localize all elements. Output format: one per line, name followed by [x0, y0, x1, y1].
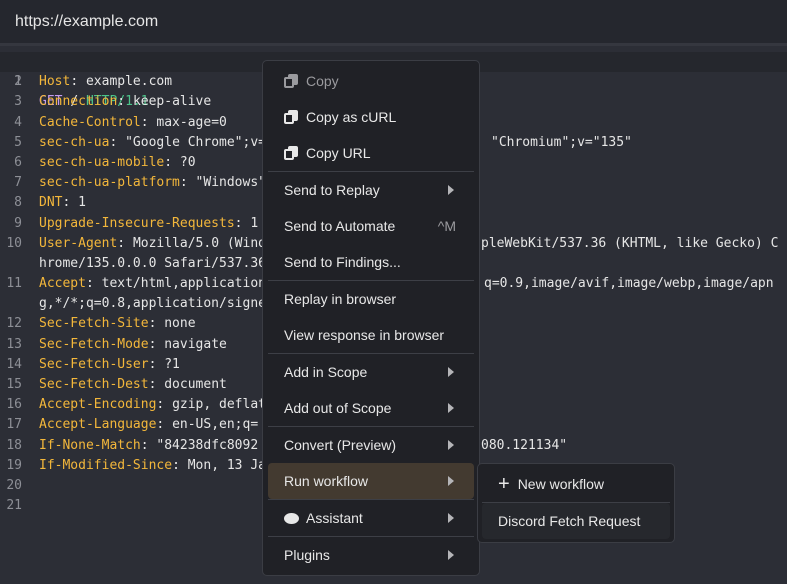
- header-value: document: [164, 377, 227, 392]
- submenu-new-workflow[interactable]: + New workflow: [482, 466, 670, 502]
- header-value: ?0: [179, 154, 196, 170]
- header-value: none: [164, 316, 196, 332]
- menu-view-response-in-browser[interactable]: View response in browser: [268, 317, 474, 353]
- header-name: Cache-Control: [39, 114, 141, 130]
- line-number: 13: [6, 336, 22, 352]
- header-value-continued: q=0.9,image/avif,image/webp,image/apn: [484, 276, 774, 292]
- workflow-submenu: + New workflow Discord Fetch Request: [477, 463, 675, 543]
- header-value-wrapped: g,*/*;q=0.8,application/signe: [39, 296, 266, 312]
- line-number: 21: [6, 498, 22, 514]
- menu-add-out-of-scope[interactable]: Add out of Scope: [268, 390, 474, 426]
- shortcut-label: ^M: [437, 218, 456, 234]
- header-value: "84238dfc8092: [156, 437, 259, 453]
- header-name: Accept: [39, 276, 86, 292]
- copy-icon: [284, 110, 298, 124]
- line-number: 15: [6, 377, 22, 392]
- header-value: max-age=0: [156, 114, 227, 130]
- header-name: Connection: [39, 94, 118, 110]
- menu-plugins[interactable]: Plugins: [268, 537, 474, 573]
- header-value: Mozilla/5.0 (Wind: [132, 235, 266, 251]
- menu-copy-as-curl[interactable]: Copy as cURL: [268, 99, 474, 135]
- chevron-right-icon: [448, 367, 454, 377]
- header-value: keep-alive: [132, 94, 212, 110]
- header-value: "Google Chrome";v=: [125, 134, 266, 150]
- line-number: 11: [6, 276, 22, 292]
- header-name: sec-ch-ua: [39, 134, 110, 150]
- menu-add-in-scope[interactable]: Add in Scope: [268, 354, 474, 390]
- line-number: 3: [14, 94, 22, 110]
- header-value: example.com: [85, 74, 173, 90]
- chevron-right-icon: [448, 403, 454, 413]
- line-number: 17: [6, 417, 22, 433]
- header-name: sec-ch-ua-mobile: [39, 154, 165, 170]
- line-number: 19: [6, 457, 22, 473]
- copy-icon: [284, 146, 298, 160]
- header-value: en-US,en;q=: [172, 417, 259, 433]
- menu-send-to-findings[interactable]: Send to Findings...: [268, 244, 474, 280]
- chevron-right-icon: [448, 513, 454, 523]
- header-name: Sec-Fetch-Mode: [39, 336, 149, 352]
- header-name: Accept-Encoding: [39, 397, 157, 413]
- menu-copy-url[interactable]: Copy URL: [268, 135, 474, 171]
- chat-bubble-icon: [284, 512, 299, 524]
- line-number: 8: [14, 195, 22, 211]
- header-name: sec-ch-ua-platform: [39, 175, 180, 191]
- menu-copy[interactable]: Copy: [268, 63, 474, 99]
- header-name: Sec-Fetch-Site: [39, 316, 149, 332]
- plus-icon: +: [498, 473, 510, 495]
- header-value: Mon, 13 Ja: [187, 457, 266, 473]
- line-number: 2: [14, 74, 22, 90]
- menu-replay-in-browser[interactable]: Replay in browser: [268, 281, 474, 317]
- line-number: 9: [14, 215, 22, 231]
- chevron-right-icon: [448, 440, 454, 450]
- line-number: 16: [6, 397, 22, 413]
- header-name: If-Modified-Since: [39, 457, 173, 473]
- header-value: text/html,application: [101, 276, 266, 292]
- line-number: 14: [6, 356, 22, 372]
- header-value: 1: [250, 215, 259, 231]
- line-number: 5: [14, 134, 22, 150]
- header-name: Sec-Fetch-User: [39, 356, 149, 372]
- header-value: navigate: [164, 336, 227, 352]
- header-value: 1: [78, 195, 86, 211]
- menu-assistant[interactable]: Assistant: [268, 500, 474, 536]
- header-value-wrapped: hrome/135.0.0.0 Safari/537.36: [39, 255, 266, 271]
- header-name: Sec-Fetch-Dest: [39, 377, 149, 392]
- header-name: User-Agent: [39, 235, 118, 251]
- submenu-discord-fetch-request[interactable]: Discord Fetch Request: [482, 503, 670, 539]
- line-number: 18: [6, 437, 22, 453]
- chevron-right-icon: [448, 185, 454, 195]
- line-number: 12: [6, 316, 22, 332]
- header-name: Host: [39, 74, 71, 90]
- line-number: 6: [14, 154, 22, 170]
- chevron-right-icon: [448, 550, 454, 560]
- line-number: 7: [14, 175, 22, 191]
- context-menu: Copy Copy as cURL Copy URL Send to Repla…: [262, 60, 480, 576]
- header-value: gzip, deflat: [172, 397, 266, 413]
- line-number: 10: [6, 235, 22, 251]
- header-value: ?1: [164, 356, 180, 372]
- header-name: Upgrade-Insecure-Requests: [39, 215, 235, 231]
- header-value-continued: "Chromium";v="135": [491, 134, 632, 150]
- menu-send-to-replay[interactable]: Send to Replay: [268, 172, 474, 208]
- chevron-right-icon: [448, 476, 454, 486]
- menu-convert[interactable]: Convert (Preview): [268, 427, 474, 463]
- header-value: "Windows": [195, 175, 266, 191]
- url-text: https://example.com: [15, 13, 159, 30]
- menu-run-workflow[interactable]: Run workflow: [268, 463, 474, 499]
- header-value-continued: 080.121134": [481, 437, 568, 453]
- line-number: 4: [14, 114, 22, 130]
- header-value-continued: pleWebKit/537.36 (KHTML, like Gecko) C: [481, 235, 779, 251]
- header-name: If-None-Match: [39, 437, 141, 453]
- line-number: 20: [6, 477, 22, 493]
- header-name: DNT: [39, 195, 63, 211]
- header-name: Accept-Language: [39, 417, 157, 433]
- copy-icon: [284, 74, 298, 88]
- menu-send-to-automate[interactable]: Send to Automate ^M: [268, 208, 474, 244]
- url-bar: https://example.com: [0, 0, 787, 46]
